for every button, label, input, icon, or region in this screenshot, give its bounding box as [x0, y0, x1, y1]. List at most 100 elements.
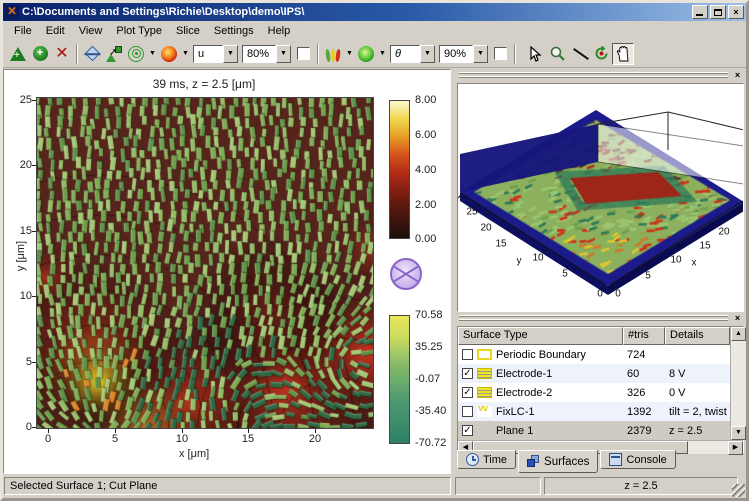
y-tick-label: 10: [19, 290, 32, 302]
wand-tool-button[interactable]: [81, 43, 103, 65]
view3d-dock-header[interactable]: ×: [457, 70, 744, 81]
contour-plot-button[interactable]: [125, 43, 147, 65]
opacity-combo-arrow[interactable]: ▼: [276, 44, 291, 63]
resize-grip[interactable]: [732, 484, 745, 497]
view3d-viewport[interactable]: 25 20 15 10 5 y 0 0 5 10 15 20 x 0: [457, 83, 744, 312]
contour-plot-dropdown[interactable]: ▼: [147, 43, 158, 65]
colormap1-checkbox[interactable]: [297, 47, 310, 60]
table-row[interactable]: ✓ Electrode-1 60 8 V: [458, 364, 730, 383]
menu-plot-type[interactable]: Plot Type: [109, 23, 169, 39]
menu-slice[interactable]: Slice: [169, 23, 207, 39]
app-icon: ✕: [5, 4, 19, 19]
visibility-checkbox[interactable]: [462, 406, 473, 417]
column-details[interactable]: Details: [665, 327, 730, 345]
table-row-selected[interactable]: ✓ Plane 1 2379 z = 2.5: [458, 421, 730, 440]
x-tick-label: 10: [175, 433, 189, 445]
column-surface-type[interactable]: Surface Type: [458, 327, 623, 345]
status-bar: Selected Surface 1; Cut Plane z = 2.5: [3, 474, 746, 498]
variable-combo-arrow[interactable]: ▼: [223, 44, 238, 63]
surface-details: tilt = 2, twist =: [669, 405, 730, 418]
close-button[interactable]: ×: [728, 5, 744, 19]
table-row[interactable]: FixLC-1 1392 tilt = 2, twist =: [458, 402, 730, 421]
colorbar-tick: 4.00: [415, 164, 437, 176]
colorbar-tick: 8.00: [415, 94, 437, 106]
tab-console[interactable]: Console: [600, 450, 676, 469]
electrode-icon: [477, 387, 492, 398]
bring-front-button[interactable]: ➚: [103, 43, 125, 65]
view3d-xtick: 15: [699, 240, 711, 252]
add-triangle-icon: [10, 46, 26, 61]
tris-count: 2379: [627, 424, 652, 437]
dock-grip[interactable]: [459, 72, 728, 80]
fixlc-icon: [477, 406, 492, 417]
angle-opacity-combo-arrow[interactable]: ▼: [473, 44, 488, 63]
cursor-icon: [530, 45, 542, 62]
delete-button[interactable]: ✕: [51, 43, 73, 65]
maximize-button[interactable]: [710, 5, 726, 19]
vertical-scrollbar[interactable]: ▲ ▼: [730, 327, 746, 440]
menu-help[interactable]: Help: [261, 23, 298, 39]
hot-colormap-dropdown[interactable]: ▼: [180, 43, 191, 65]
visibility-checkbox[interactable]: ✓: [462, 368, 473, 379]
scroll-down-icon[interactable]: ▼: [731, 426, 746, 440]
director-plot-dropdown[interactable]: ▼: [344, 43, 355, 65]
dock-grip[interactable]: [459, 315, 728, 323]
angle-opacity-combo-value[interactable]: 90%: [439, 44, 473, 63]
menu-edit[interactable]: Edit: [39, 23, 72, 39]
add-point-button[interactable]: +: [29, 43, 51, 65]
surfaces-dock-header[interactable]: ×: [457, 313, 744, 324]
green-colormap-button[interactable]: [355, 43, 377, 65]
table-row[interactable]: ✓ Electrode-2 326 0 V: [458, 383, 730, 402]
variable-combo[interactable]: u ▼: [193, 44, 238, 63]
director-plot-viewport[interactable]: [36, 97, 374, 429]
visibility-checkbox[interactable]: [462, 349, 473, 360]
tab-surfaces[interactable]: Surfaces: [518, 450, 599, 473]
colormap2-checkbox[interactable]: [494, 47, 507, 60]
hot-colormap-button[interactable]: [158, 43, 180, 65]
opacity-combo-value[interactable]: 80%: [242, 44, 276, 63]
opacity-combo[interactable]: 80% ▼: [242, 44, 291, 63]
menu-view[interactable]: View: [72, 23, 110, 39]
title-bar[interactable]: ✕ C:\Documents and Settings\Richie\Deskt…: [3, 3, 746, 21]
angle-combo[interactable]: θ ▼: [390, 44, 435, 63]
delete-icon: ✕: [55, 44, 69, 62]
console-icon: [609, 453, 623, 466]
tris-count: 326: [627, 386, 646, 399]
select-tool-button[interactable]: [524, 43, 546, 65]
surface-name: Plane 1: [496, 424, 534, 437]
menu-settings[interactable]: Settings: [207, 23, 261, 39]
dock-close-icon[interactable]: ×: [732, 313, 743, 324]
dock-close-icon[interactable]: ×: [732, 70, 743, 81]
zoom-tool-button[interactable]: [546, 43, 568, 65]
table-row[interactable]: Periodic Boundary 724: [458, 345, 730, 364]
view3d-xtick: 20: [718, 226, 730, 238]
view3d-ytick: 5: [562, 268, 568, 280]
tab-time[interactable]: Time: [457, 450, 517, 469]
tab-label: Time: [483, 453, 508, 466]
angle-combo-arrow[interactable]: ▼: [420, 44, 435, 63]
visibility-checkbox[interactable]: ✓: [462, 387, 473, 398]
minimize-button[interactable]: [692, 5, 708, 19]
lc-director-plot[interactable]: [37, 98, 373, 428]
scroll-up-icon[interactable]: ▲: [731, 327, 746, 341]
x-tick-label: 20: [308, 433, 322, 445]
contour-rings-icon: [128, 45, 144, 62]
visibility-checkbox[interactable]: ✓: [462, 425, 473, 436]
menu-file[interactable]: File: [7, 23, 39, 39]
view3d-ytick: 10: [532, 252, 544, 264]
line-tool-button[interactable]: [568, 43, 590, 65]
column-tris[interactable]: #tris: [623, 327, 665, 345]
colorbar-hot: [389, 100, 410, 239]
angle-combo-value[interactable]: θ: [390, 44, 420, 63]
add-triangle-button[interactable]: [7, 43, 29, 65]
green-colormap-dropdown[interactable]: ▼: [377, 43, 388, 65]
pan-tool-button[interactable]: [612, 42, 634, 65]
angle-opacity-combo[interactable]: 90% ▼: [439, 44, 488, 63]
director-plot-button[interactable]: [322, 43, 344, 65]
rotate-tool-button[interactable]: [590, 43, 612, 65]
view3d-ztick: 0: [736, 205, 742, 217]
x-tick-label: 5: [111, 433, 119, 445]
tab-label: Surfaces: [544, 455, 590, 468]
variable-combo-value[interactable]: u: [193, 44, 223, 63]
colorbar-tick: 35.25: [415, 341, 443, 353]
